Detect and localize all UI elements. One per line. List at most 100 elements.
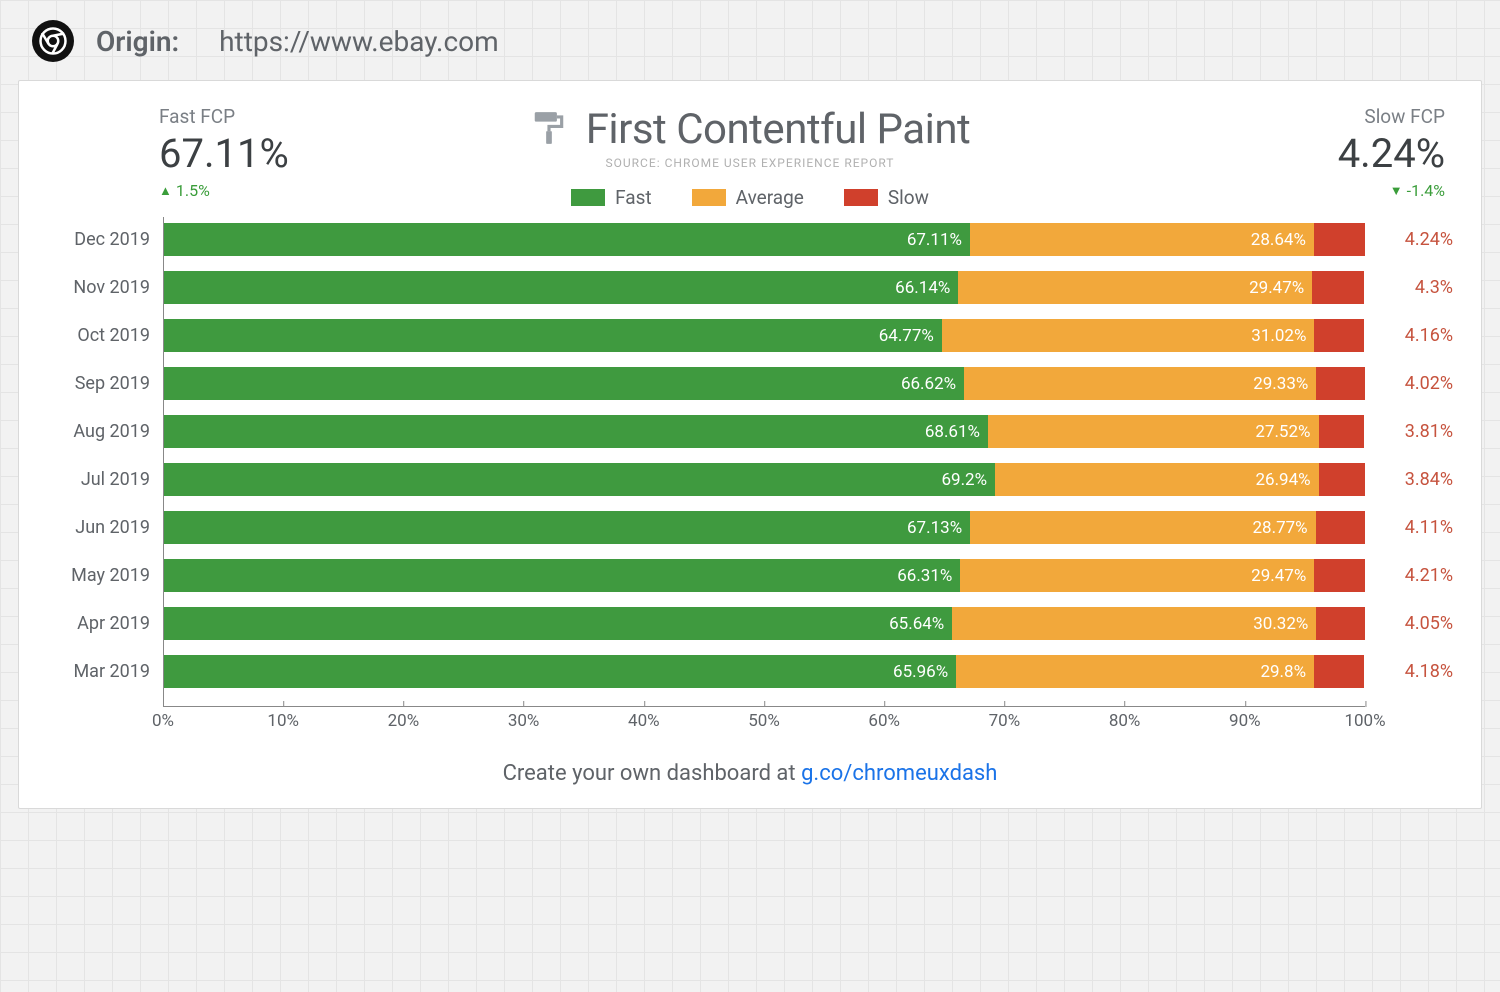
- table-row: Mar 201965.96%29.8%4.18%: [48, 655, 1453, 688]
- stacked-bar: 66.62%29.33%: [164, 367, 1365, 400]
- bar-segment-fast: 66.14%: [164, 271, 958, 304]
- bar-segment-fast: 67.13%: [164, 511, 970, 544]
- row-slow-value: 3.81%: [1365, 421, 1453, 442]
- bar-segment-slow: [1316, 367, 1364, 400]
- row-month-label: Dec 2019: [48, 229, 164, 250]
- arrow-up-icon: ▲: [159, 183, 172, 199]
- bar-rows: Dec 201967.11%28.64%4.24%Nov 201966.14%2…: [48, 223, 1453, 700]
- bar-segment-average: 29.47%: [960, 559, 1314, 592]
- legend-fast-label: Fast: [615, 186, 652, 209]
- x-axis-tick: 10%: [267, 711, 299, 731]
- row-slow-value: 4.02%: [1365, 373, 1453, 394]
- fast-summary-delta: ▲ 1.5%: [159, 181, 289, 200]
- row-month-label: Sep 2019: [48, 373, 164, 394]
- bar-segment-fast: 64.77%: [164, 319, 942, 352]
- bar-segment-average: 29.8%: [956, 655, 1314, 688]
- row-month-label: May 2019: [48, 565, 164, 586]
- legend-average-label: Average: [736, 186, 804, 209]
- legend-fast-swatch: [571, 189, 605, 206]
- header-bar: Origin: https://www.ebay.com: [8, 6, 1492, 80]
- stacked-bar: 65.64%30.32%: [164, 607, 1365, 640]
- bar-segment-average: 28.77%: [970, 511, 1315, 544]
- bar-segment-average: 27.52%: [988, 415, 1319, 448]
- bar-segment-average: 29.33%: [964, 367, 1316, 400]
- x-axis-tick: 50%: [748, 711, 780, 731]
- x-axis-tick: 30%: [508, 711, 540, 731]
- footer-text: Create your own dashboard at g.co/chrome…: [47, 761, 1453, 786]
- table-row: Oct 201964.77%31.02%4.16%: [48, 319, 1453, 352]
- fast-delta-text: 1.5%: [176, 181, 210, 200]
- bar-segment-fast: 69.2%: [164, 463, 995, 496]
- table-row: Nov 201966.14%29.47%4.3%: [48, 271, 1453, 304]
- table-row: Dec 201967.11%28.64%4.24%: [48, 223, 1453, 256]
- legend-fast: Fast: [571, 186, 652, 209]
- row-slow-value: 4.21%: [1365, 565, 1453, 586]
- origin-url: https://www.ebay.com: [219, 25, 499, 58]
- table-row: May 201966.31%29.47%4.21%: [48, 559, 1453, 592]
- plot: Dec 201967.11%28.64%4.24%Nov 201966.14%2…: [163, 217, 1365, 707]
- stacked-bar: 66.14%29.47%: [164, 271, 1365, 304]
- table-row: Jun 201967.13%28.77% 4.11%: [48, 511, 1453, 544]
- bar-segment-slow: [1319, 463, 1365, 496]
- bar-segment-fast: 66.31%: [164, 559, 960, 592]
- slow-delta-text: -1.4%: [1407, 181, 1445, 200]
- slow-summary-value: 4.24%: [1338, 130, 1445, 177]
- stacked-bar: 65.96%29.8%: [164, 655, 1365, 688]
- legend-average: Average: [692, 186, 804, 209]
- fast-summary-value: 67.11%: [159, 130, 289, 177]
- bar-segment-slow: [1314, 223, 1365, 256]
- bar-segment-fast: 68.61%: [164, 415, 988, 448]
- slow-summary-label: Slow FCP: [1338, 105, 1445, 128]
- stacked-bar: 69.2%26.94%: [164, 463, 1365, 496]
- x-axis-tick: 40%: [628, 711, 660, 731]
- legend-slow: Slow: [844, 186, 929, 209]
- row-month-label: Jun 2019: [48, 517, 164, 538]
- slow-summary: Slow FCP 4.24% ▼ -1.4%: [1338, 105, 1445, 200]
- row-month-label: Nov 2019: [48, 277, 164, 298]
- bar-segment-slow: [1314, 319, 1364, 352]
- x-axis-tick: 80%: [1109, 711, 1141, 731]
- chart-title: First Contentful Paint: [586, 105, 971, 154]
- row-slow-value: 4.3%: [1365, 277, 1453, 298]
- chart-area: Dec 201967.11%28.64%4.24%Nov 201966.14%2…: [47, 217, 1453, 739]
- row-month-label: Mar 2019: [48, 661, 164, 682]
- x-axis-tick: 70%: [989, 711, 1021, 731]
- footer-link[interactable]: g.co/chromeuxdash: [801, 761, 997, 786]
- arrow-down-icon: ▼: [1390, 183, 1403, 199]
- bar-segment-slow: [1312, 271, 1364, 304]
- row-slow-value: 4.16%: [1365, 325, 1453, 346]
- paint-roller-icon: [530, 109, 568, 151]
- x-axis-tick: 100%: [1344, 711, 1385, 731]
- stacked-bar: 66.31%29.47%: [164, 559, 1365, 592]
- footer-prefix: Create your own dashboard at: [503, 761, 802, 786]
- bar-segment-average: 26.94%: [995, 463, 1319, 496]
- x-axis-tick: 20%: [388, 711, 420, 731]
- bar-segment-slow: [1316, 511, 1365, 544]
- origin-label: Origin:: [96, 25, 179, 58]
- x-axis-tick: 60%: [868, 711, 900, 731]
- stacked-bar: 67.11%28.64%: [164, 223, 1365, 256]
- legend-slow-swatch: [844, 189, 878, 206]
- x-axis-tick: 0%: [152, 711, 174, 731]
- bar-segment-average: 29.47%: [958, 271, 1312, 304]
- row-slow-value: 4.18%: [1365, 661, 1453, 682]
- bar-segment-fast: 65.64%: [164, 607, 952, 640]
- x-axis-tick: 90%: [1229, 711, 1261, 731]
- legend-average-swatch: [692, 189, 726, 206]
- bar-segment-fast: 66.62%: [164, 367, 964, 400]
- row-slow-value: 4.11%: [1365, 517, 1453, 538]
- table-row: Jul 201969.2%26.94%3.84%: [48, 463, 1453, 496]
- bar-segment-slow: [1314, 559, 1365, 592]
- row-month-label: Jul 2019: [48, 469, 164, 490]
- stacked-bar: 64.77%31.02%: [164, 319, 1365, 352]
- table-row: Sep 201966.62%29.33%4.02%: [48, 367, 1453, 400]
- row-slow-value: 4.05%: [1365, 613, 1453, 634]
- bar-segment-average: 31.02%: [942, 319, 1315, 352]
- bar-segment-fast: 65.96%: [164, 655, 956, 688]
- fast-summary: Fast FCP 67.11% ▲ 1.5%: [159, 105, 289, 200]
- row-month-label: Aug 2019: [48, 421, 164, 442]
- bar-segment-fast: 67.11%: [164, 223, 970, 256]
- chart-card: Fast FCP 67.11% ▲ 1.5% Slow FCP 4.24% ▼ …: [18, 80, 1482, 809]
- row-month-label: Oct 2019: [48, 325, 164, 346]
- bar-segment-average: 30.32%: [952, 607, 1316, 640]
